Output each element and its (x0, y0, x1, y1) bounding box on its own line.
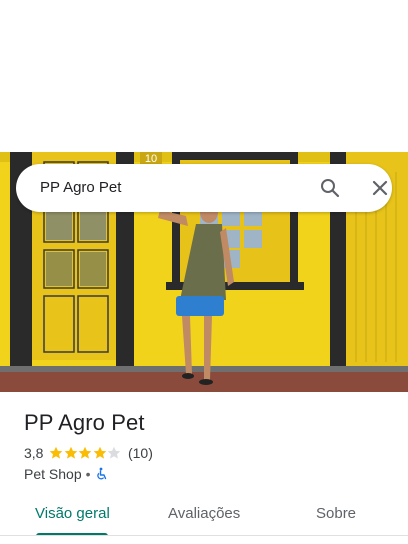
search-input[interactable]: PP Agro Pet (40, 179, 121, 196)
review-count[interactable]: (10) (128, 445, 153, 461)
rating-row[interactable]: 3,8 (10) (24, 444, 153, 462)
star-empty-icon (108, 446, 121, 459)
star-filled-icon (64, 446, 78, 459)
rating-value: 3,8 (24, 445, 44, 461)
tab-about[interactable]: Sobre (316, 505, 356, 522)
tab-bar: Visão geral Avaliações Sobre (0, 495, 408, 536)
separator-dot: • (85, 466, 91, 482)
star-filled-icon (93, 446, 107, 459)
close-icon[interactable] (368, 176, 392, 200)
star-filled-icon (50, 446, 63, 459)
category-label: Pet Shop (24, 466, 82, 482)
star-filled-icon (79, 446, 92, 459)
search-bar[interactable]: PP Agro Pet (16, 164, 392, 212)
search-icon[interactable] (318, 176, 342, 200)
tab-reviews[interactable]: Avaliações (168, 505, 240, 522)
tabs-divider (0, 535, 408, 536)
category-row: Pet Shop • (24, 465, 109, 483)
place-title: PP Agro Pet (24, 410, 145, 435)
wheelchair-icon (95, 467, 109, 481)
tab-overview[interactable]: Visão geral (35, 505, 110, 522)
rating-stars (49, 446, 122, 460)
